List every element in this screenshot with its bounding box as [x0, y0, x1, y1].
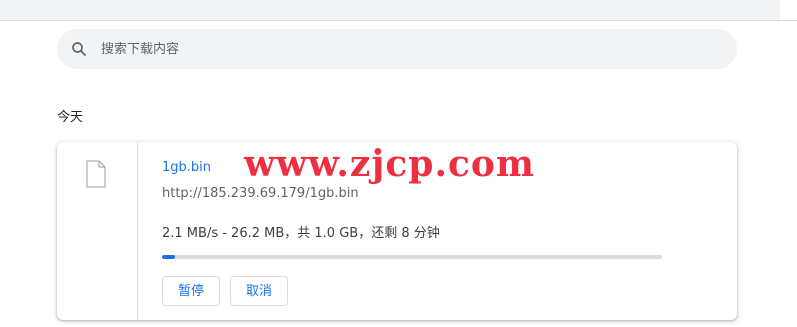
download-item-card: 1gb.bin http://185.239.69.179/1gb.bin 2.… [57, 142, 737, 320]
file-icon [86, 160, 106, 188]
cancel-button[interactable]: 取消 [230, 276, 289, 306]
search-icon [70, 40, 88, 58]
download-progress-bar [162, 255, 662, 259]
top-toolbar-strip [0, 0, 797, 20]
toolbar-corner [780, 0, 797, 20]
toolbar-divider [0, 20, 797, 21]
file-icon-column [57, 142, 138, 320]
date-section-title: 今天 [57, 110, 84, 125]
pause-button[interactable]: 暂停 [162, 276, 221, 306]
download-progress-fill [162, 255, 175, 259]
file-source-url[interactable]: http://185.239.69.179/1gb.bin [162, 186, 359, 201]
file-name-link[interactable]: 1gb.bin [162, 160, 211, 175]
search-input[interactable] [101, 41, 661, 57]
download-status-text: 2.1 MB/s - 26.2 MB，共 1.0 GB，还剩 8 分钟 [162, 226, 440, 241]
search-bar[interactable] [57, 29, 737, 69]
